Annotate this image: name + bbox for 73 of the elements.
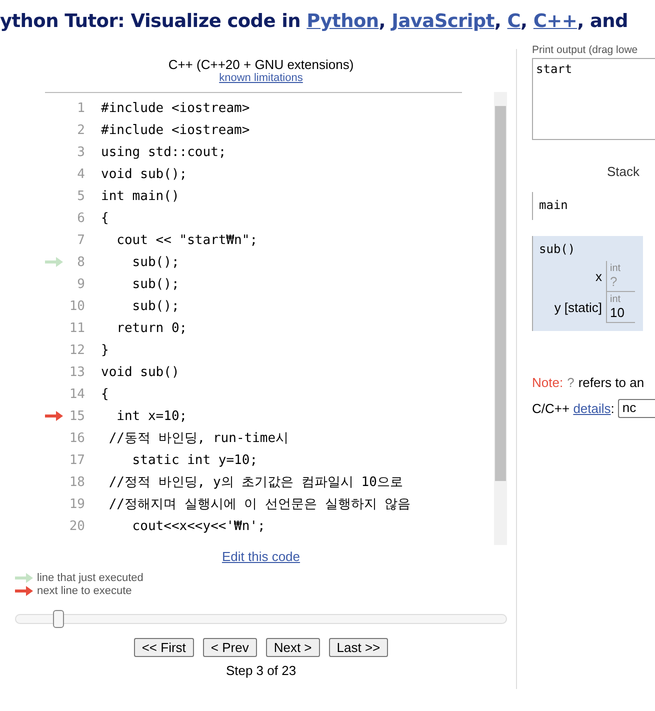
code-line: int main() bbox=[101, 188, 180, 204]
variable-name: x bbox=[596, 269, 602, 284]
details-link[interactable]: details bbox=[573, 401, 611, 416]
details-text: C/C++ details: bbox=[532, 401, 614, 416]
line-number: 7 bbox=[76, 232, 85, 248]
code-line: sub(); bbox=[131, 254, 180, 270]
output-box: start bbox=[532, 58, 655, 140]
code-line: } bbox=[101, 342, 109, 358]
step-counter: Step 3 of 23 bbox=[226, 663, 296, 678]
option-select[interactable]: nc bbox=[618, 399, 655, 418]
code-line: //정해지며 실행시에 이 선언문은 실행하지 않음 bbox=[108, 496, 411, 513]
line-number: 18 bbox=[68, 474, 85, 490]
line-number: 5 bbox=[76, 188, 85, 204]
known-limitations-link[interactable]: known limitations bbox=[219, 72, 303, 84]
code-line: cout << "start₩n"; bbox=[116, 232, 258, 248]
line-number: 14 bbox=[68, 386, 85, 402]
code-line: //동적 바인딩, run-time시 bbox=[108, 430, 289, 447]
line-number: 15 bbox=[68, 408, 85, 424]
variable-value: int 10 bbox=[606, 292, 635, 323]
language-link[interactable]: C++ bbox=[533, 11, 578, 32]
legend-label: line that just executed bbox=[37, 572, 144, 584]
code-line: static int y=10; bbox=[131, 452, 258, 468]
language-link[interactable]: C bbox=[507, 11, 521, 32]
code-line: #include <iostream> bbox=[101, 100, 250, 116]
code-line: using std::cout; bbox=[101, 144, 226, 160]
code-line: sub(); bbox=[131, 276, 180, 292]
variable-value: int ? bbox=[606, 261, 635, 292]
line-number: 16 bbox=[68, 430, 85, 446]
line-number: 13 bbox=[68, 364, 85, 380]
step-button[interactable]: < Prev bbox=[202, 638, 257, 657]
line-number: 1 bbox=[76, 100, 85, 116]
frame-name: sub() bbox=[539, 242, 576, 256]
line-number: 2 bbox=[76, 122, 85, 138]
code-line: cout<<x<<y<<'₩n'; bbox=[131, 518, 266, 534]
line-number: 17 bbox=[68, 452, 85, 468]
code-line: void sub(); bbox=[101, 166, 188, 182]
code-line: void sub() bbox=[101, 364, 180, 380]
line-number: 10 bbox=[68, 298, 85, 314]
slider-thumb[interactable] bbox=[53, 610, 64, 628]
code-line: { bbox=[101, 210, 109, 226]
stack-title: Stack bbox=[607, 164, 641, 179]
line-number: 8 bbox=[76, 254, 85, 270]
code-line: #include <iostream> bbox=[101, 122, 250, 138]
edit-code-link[interactable]: Edit this code bbox=[222, 549, 300, 564]
arrow-icon bbox=[15, 573, 33, 583]
legend-label: next line to execute bbox=[37, 585, 132, 597]
frame-name: main bbox=[539, 198, 569, 212]
code-line: sub(); bbox=[131, 298, 180, 314]
line-number: 6 bbox=[76, 210, 85, 226]
line-number: 11 bbox=[68, 320, 85, 336]
code-line: { bbox=[101, 386, 109, 402]
code-line: return 0; bbox=[116, 320, 188, 336]
language-label: C++ (C++20 + GNU extensions) bbox=[168, 57, 354, 72]
note-text: Note: ? refers to an bbox=[532, 375, 646, 390]
variable-name: y [static] bbox=[554, 300, 602, 315]
line-number: 12 bbox=[68, 342, 85, 358]
step-button[interactable]: Last >> bbox=[328, 638, 388, 657]
line-number: 20 bbox=[68, 518, 85, 534]
line-number: 19 bbox=[68, 496, 85, 512]
page-title: ython Tutor: Visualize code in Python, JavaScript, C, C++, and bbox=[0, 10, 629, 32]
step-button[interactable]: Next > bbox=[266, 638, 320, 657]
code-line: //정적 바인딩, y의 초기값은 컴파일시 10으로 bbox=[108, 474, 403, 491]
output-label: Print output (drag lowe bbox=[532, 44, 639, 56]
code-line: int x=10; bbox=[116, 408, 188, 424]
language-link[interactable]: Python bbox=[306, 11, 379, 32]
line-number: 4 bbox=[76, 166, 85, 182]
line-number: 3 bbox=[76, 144, 85, 160]
line-number: 9 bbox=[76, 276, 85, 292]
step-button[interactable]: << First bbox=[134, 638, 194, 657]
language-link[interactable]: JavaScript bbox=[392, 11, 494, 32]
arrow-icon bbox=[15, 586, 33, 596]
slider-track[interactable] bbox=[15, 614, 507, 624]
scrollbar[interactable] bbox=[494, 92, 507, 545]
